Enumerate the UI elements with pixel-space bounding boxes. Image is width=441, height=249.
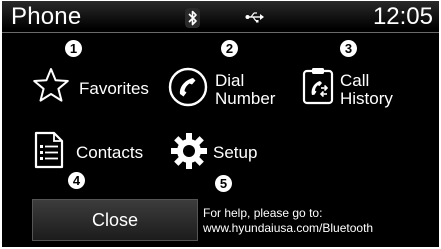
call-history-icon xyxy=(301,66,335,111)
menu-item-setup[interactable]: Setup 5 xyxy=(162,131,297,193)
bluetooth-icon xyxy=(185,8,200,28)
menu-item-dial-number[interactable]: 2 Dial Number xyxy=(162,37,297,111)
dial-number-label-line2: Number xyxy=(215,89,276,108)
help-url: www.hyundaiusa.com/Bluetooth xyxy=(203,221,374,235)
contacts-label: Contacts xyxy=(76,143,144,162)
menu-item-call-history[interactable]: 3 Call History xyxy=(298,37,433,111)
close-button[interactable]: Close xyxy=(32,199,198,241)
status-bar: Phone 12:05 xyxy=(2,1,439,33)
favorites-label: Favorites xyxy=(79,79,149,98)
phone-screen: Phone 12:05 1 Favorites 2 Dial Number 3 … xyxy=(2,1,439,247)
call-history-label-line1: Call xyxy=(340,71,370,90)
gear-icon xyxy=(169,131,209,176)
app-title: Phone xyxy=(11,3,82,30)
badge-3: 3 xyxy=(340,40,357,57)
badge-5: 5 xyxy=(215,175,232,192)
call-history-label-line2: History xyxy=(340,89,393,108)
star-icon xyxy=(32,67,70,108)
help-text: For help, please go to: www.hyundaiusa.c… xyxy=(203,206,373,236)
badge-2: 2 xyxy=(221,40,238,57)
dial-number-label-line1: Dial xyxy=(215,71,245,90)
clock: 12:05 xyxy=(372,3,433,30)
badge-4: 4 xyxy=(68,172,85,189)
menu-item-favorites[interactable]: 1 Favorites xyxy=(24,37,159,111)
badge-1: 1 xyxy=(65,40,82,57)
setup-label: Setup xyxy=(213,143,258,162)
document-icon xyxy=(34,131,64,174)
handset-icon xyxy=(168,67,208,112)
help-text-line1: For help, please go to: xyxy=(203,206,323,220)
usb-icon xyxy=(245,10,265,28)
menu-item-contacts[interactable]: Contacts 4 xyxy=(24,131,159,193)
